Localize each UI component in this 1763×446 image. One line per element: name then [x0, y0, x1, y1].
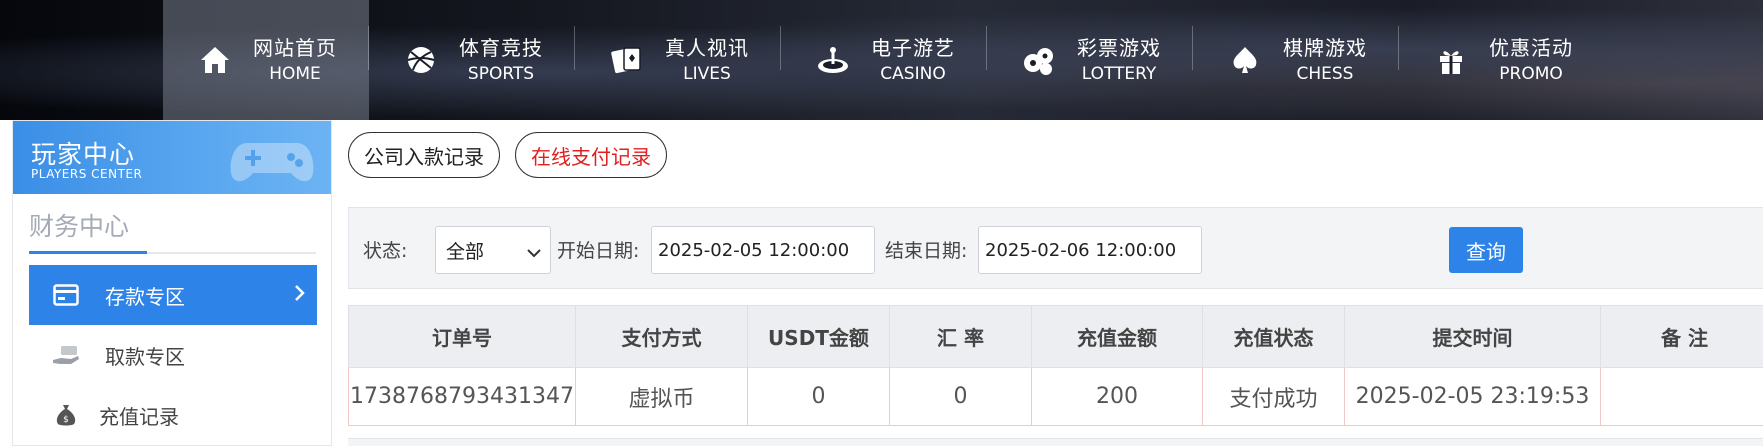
nav-item-lottery[interactable]: 彩票游戏 LOTTERY	[987, 0, 1193, 120]
roulette-icon	[813, 40, 853, 80]
tab-company-deposit-records[interactable]: 公司入款记录	[348, 132, 500, 178]
start-date-label: 开始日期:	[557, 240, 640, 262]
pagination-area	[348, 438, 1763, 446]
cell-order-number: 1738768793431347	[348, 367, 576, 426]
nav-sports-en: SPORTS	[467, 64, 535, 84]
cell-exchange-rate: 0	[889, 367, 1032, 426]
status-label: 状态:	[363, 240, 408, 262]
players-center-subtitle: PLAYERS CENTER	[31, 167, 143, 181]
col-exchange-rate: 汇 率	[889, 305, 1032, 368]
player-sidebar: 玩家中心 PLAYERS CENTER 财务中心 存款专区 取款专区 $ 充值记…	[12, 120, 332, 446]
deposit-card-icon	[51, 280, 81, 310]
section-divider-active	[29, 251, 147, 254]
nav-lottery-cn: 彩票游戏	[1077, 36, 1161, 60]
sidebar-item-recharge-records[interactable]: $ 充值记录	[29, 385, 317, 445]
query-button[interactable]: 查询	[1449, 227, 1523, 273]
nav-item-lives[interactable]: 真人视讯 LIVES	[575, 0, 781, 120]
cell-remark	[1600, 367, 1763, 426]
status-select[interactable]: 全部	[435, 226, 551, 274]
table-header-row: 订单号 支付方式 USDT金额 汇 率 充值金额 充值状态 提交时间 备 注	[348, 305, 1763, 368]
nav-chess-cn: 棋牌游戏	[1283, 36, 1367, 60]
sidebar-item-label: 充值记录	[99, 404, 179, 429]
nav-lives-cn: 真人视讯	[665, 36, 749, 60]
nav-lottery-en: LOTTERY	[1081, 64, 1157, 84]
finance-center-heading: 财务中心	[29, 212, 130, 241]
nav-item-home[interactable]: 网站首页 HOME	[163, 0, 369, 120]
col-submit-time: 提交时间	[1344, 305, 1601, 368]
main-content: 公司入款记录 在线支付记录 状态: 全部 开始日期: 结束日期: 查询 订单号 …	[332, 120, 1763, 446]
svg-text:$: $	[63, 415, 69, 425]
start-date-input[interactable]	[651, 226, 875, 274]
col-recharge-amount: 充值金额	[1031, 305, 1203, 368]
ball-icon	[401, 40, 441, 80]
nav-home-cn: 网站首页	[253, 36, 337, 60]
sidebar-item-label: 取款专区	[105, 344, 185, 369]
tab-online-payment-records[interactable]: 在线支付记录	[515, 132, 667, 178]
nav-sports-cn: 体育竞技	[459, 36, 543, 60]
nav-item-promo[interactable]: 优惠活动 PROMO	[1399, 0, 1605, 120]
col-payment-method: 支付方式	[575, 305, 748, 368]
cell-recharge-amount: 200	[1031, 367, 1203, 426]
nav-chess-en: CHESS	[1296, 64, 1354, 84]
sidebar-item-deposit[interactable]: 存款专区	[29, 265, 317, 325]
gamepad-icon	[227, 129, 317, 193]
cards-icon	[607, 40, 647, 80]
record-tabs: 公司入款记录 在线支付记录	[332, 120, 1763, 193]
lottery-balls-icon	[1019, 40, 1059, 80]
players-center-header: 玩家中心 PLAYERS CENTER	[13, 121, 331, 194]
cell-recharge-status: 支付成功	[1202, 367, 1345, 426]
nav-casino-en: CASINO	[880, 64, 946, 84]
gift-icon	[1431, 40, 1471, 80]
table-row: 1738768793431347 虚拟币 0 0 200 支付成功 2025-0…	[348, 367, 1763, 426]
nav-casino-cn: 电子游艺	[871, 36, 955, 60]
col-remark: 备 注	[1600, 305, 1763, 368]
col-usdt-amount: USDT金额	[747, 305, 890, 368]
end-date-input[interactable]	[978, 226, 1202, 274]
cell-payment-method: 虚拟币	[575, 367, 748, 426]
col-order-number: 订单号	[348, 305, 576, 368]
chevron-right-icon	[293, 283, 307, 307]
spade-icon	[1225, 40, 1265, 80]
cell-usdt-amount: 0	[747, 367, 890, 426]
col-recharge-status: 充值状态	[1202, 305, 1345, 368]
nav-item-sports[interactable]: 体育竞技 SPORTS	[369, 0, 575, 120]
status-select-value: 全部	[446, 240, 485, 263]
nav-item-casino[interactable]: 电子游艺 CASINO	[781, 0, 987, 120]
withdraw-hand-icon	[51, 340, 81, 370]
chevron-down-icon	[526, 243, 542, 265]
home-icon	[195, 40, 235, 80]
nav-promo-en: PROMO	[1499, 64, 1563, 84]
money-bag-icon: $	[51, 400, 81, 430]
nav-promo-cn: 优惠活动	[1489, 36, 1573, 60]
cell-submit-time: 2025-02-05 23:19:53	[1344, 367, 1601, 426]
nav-item-chess[interactable]: 棋牌游戏 CHESS	[1193, 0, 1399, 120]
nav-home-en: HOME	[269, 64, 321, 84]
top-navigation: 网站首页 HOME 体育竞技 SPORTS 真人视讯 LIVES 电子游艺 CA…	[0, 0, 1763, 120]
players-center-title: 玩家中心	[31, 140, 136, 169]
payment-records-table: 订单号 支付方式 USDT金额 汇 率 充值金额 充值状态 提交时间 备 注 1…	[348, 305, 1763, 426]
sidebar-item-label: 存款专区	[105, 284, 185, 309]
sidebar-item-withdraw[interactable]: 取款专区	[29, 325, 317, 385]
nav-lives-en: LIVES	[683, 64, 731, 84]
filter-bar: 状态: 全部 开始日期: 结束日期: 查询	[348, 207, 1763, 289]
end-date-label: 结束日期:	[885, 240, 968, 262]
